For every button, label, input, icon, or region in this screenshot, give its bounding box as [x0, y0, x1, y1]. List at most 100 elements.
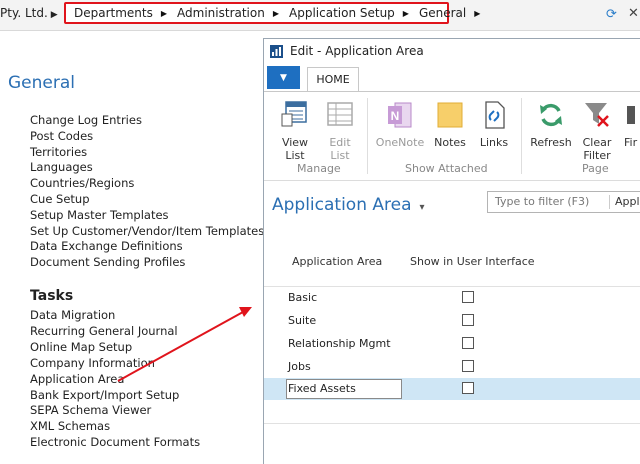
- general-list: Change Log Entries Post Codes Territorie…: [30, 113, 264, 271]
- breadcrumb-item-administration[interactable]: Administration ▶: [177, 6, 279, 20]
- show-in-ui-checkbox[interactable]: [462, 382, 474, 394]
- show-in-ui-checkbox[interactable]: [462, 360, 474, 372]
- edit-list-icon: [327, 102, 353, 126]
- breadcrumb-item-departments[interactable]: Departments ▶: [74, 6, 167, 20]
- column-header-application-area[interactable]: Application Area: [292, 255, 382, 268]
- table-row[interactable]: Relationship Mgmt: [264, 333, 640, 355]
- company-label: Pty. Ltd.: [0, 6, 48, 20]
- row-name: Basic: [288, 291, 318, 304]
- find-label: Fir: [624, 136, 638, 149]
- ribbon-separator: [521, 98, 522, 174]
- table-row[interactable]: Basic: [264, 287, 640, 309]
- onenote-button[interactable]: N OneNote: [374, 100, 426, 149]
- window-title-bar[interactable]: Edit - Application Area: [264, 39, 640, 63]
- company-name[interactable]: Pty. Ltd. ▶: [0, 6, 58, 20]
- table-row[interactable]: Jobs: [264, 356, 640, 378]
- onenote-icon: N: [388, 102, 412, 128]
- tab-home[interactable]: HOME: [307, 67, 359, 91]
- links-button[interactable]: Links: [474, 100, 514, 149]
- view-list-button[interactable]: View List: [275, 100, 315, 162]
- notes-label: Notes: [434, 136, 466, 149]
- ribbon-tabs: ▼ HOME: [264, 64, 640, 92]
- list-item[interactable]: Bank Export/Import Setup: [30, 388, 200, 404]
- ribbon: View List Edit List N OneNote Notes Link…: [264, 92, 640, 181]
- table-row[interactable]: Suite: [264, 310, 640, 332]
- links-icon: [485, 101, 505, 129]
- onenote-label: OneNote: [375, 136, 425, 149]
- show-in-ui-checkbox[interactable]: [462, 337, 474, 349]
- refresh-icon[interactable]: ⟳: [606, 7, 617, 22]
- clear-filter-icon: [585, 103, 609, 127]
- list-item[interactable]: Set Up Customer/Vendor/Item Templates: [30, 224, 264, 240]
- list-item[interactable]: Countries/Regions: [30, 176, 264, 192]
- chevron-right-icon: ▶: [402, 8, 409, 18]
- edit-list-label: Edit List: [329, 136, 351, 162]
- tasks-list: Data Migration Recurring General Journal…: [30, 308, 200, 451]
- top-bar: Pty. Ltd. ▶ Departments ▶ Administration ▶ …: [0, 0, 640, 31]
- breadcrumb-item-application-setup[interactable]: Application Setup ▶: [289, 6, 409, 20]
- clear-filter-button[interactable]: Clear Filter: [577, 100, 617, 162]
- list-item[interactable]: Post Codes: [30, 129, 264, 145]
- filter-input[interactable]: Type to filter (F3): [495, 195, 589, 208]
- section-heading-general: General: [8, 73, 75, 93]
- refresh-label: Refresh: [530, 136, 572, 149]
- group-label-manage: Manage: [297, 162, 341, 175]
- chevron-right-icon: ▶: [160, 8, 168, 18]
- show-in-ui-checkbox[interactable]: [462, 291, 474, 303]
- breadcrumb-label: Administration: [177, 6, 265, 20]
- show-in-ui-checkbox[interactable]: [462, 314, 474, 326]
- page-title-label: Application Area: [272, 195, 412, 215]
- list-item-application-area[interactable]: Application Area: [30, 372, 200, 388]
- column-header-show-in-ui[interactable]: Show in User Interface: [410, 255, 535, 268]
- filter-box[interactable]: Type to filter (F3) Appl: [487, 191, 640, 213]
- file-menu-button[interactable]: ▼: [267, 66, 300, 89]
- chevron-down-icon: ▼: [280, 72, 287, 83]
- breadcrumb-item-general[interactable]: General ▶: [419, 6, 480, 20]
- list-item[interactable]: Change Log Entries: [30, 113, 264, 129]
- clear-filter-label: Clear Filter: [582, 136, 612, 162]
- refresh-icon: [540, 103, 562, 127]
- refresh-button[interactable]: Refresh: [528, 100, 574, 149]
- list-item[interactable]: Company Information: [30, 356, 200, 372]
- close-icon[interactable]: ✕: [628, 6, 639, 21]
- list-item[interactable]: Territories: [30, 145, 264, 161]
- breadcrumb-label: General: [418, 6, 467, 20]
- list-item[interactable]: Electronic Document Formats: [30, 435, 200, 451]
- page-title[interactable]: Application Area ▾: [272, 195, 425, 215]
- list-item[interactable]: SEPA Schema Viewer: [30, 403, 200, 419]
- list-item[interactable]: Online Map Setup: [30, 340, 200, 356]
- list-item[interactable]: Setup Master Templates: [30, 208, 264, 224]
- list-item[interactable]: Data Migration: [30, 308, 200, 324]
- view-list-icon: [281, 101, 307, 127]
- edit-window: Edit - Application Area ▼ HOME View List…: [263, 38, 640, 464]
- list-item[interactable]: Languages: [30, 160, 264, 176]
- row-name: Suite: [288, 314, 317, 327]
- breadcrumb-label: Application Setup: [289, 6, 395, 20]
- list-item[interactable]: Recurring General Journal: [30, 324, 200, 340]
- find-icon: [627, 106, 635, 124]
- window-title: Edit - Application Area: [290, 44, 424, 58]
- find-button[interactable]: Fir: [624, 100, 640, 149]
- list-item[interactable]: XML Schemas: [30, 419, 200, 435]
- edit-list-button[interactable]: Edit List: [320, 100, 360, 162]
- list-item[interactable]: Document Sending Profiles: [30, 255, 264, 271]
- list-item[interactable]: Data Exchange Definitions: [30, 239, 264, 255]
- company-dropdown-icon: ▶: [50, 10, 58, 20]
- row-name: Jobs: [288, 360, 311, 373]
- grid-divider: [264, 423, 640, 424]
- breadcrumb-label: Departments: [74, 6, 153, 20]
- table-row-selected[interactable]: Fixed Assets: [264, 378, 640, 400]
- row-name: Fixed Assets: [288, 382, 356, 395]
- svg-text:N: N: [391, 109, 400, 123]
- group-label-page: Page: [582, 162, 609, 175]
- chevron-down-icon: ▾: [419, 202, 425, 213]
- notes-button[interactable]: Notes: [430, 100, 470, 149]
- section-heading-tasks: Tasks: [30, 288, 74, 304]
- chevron-right-icon: ▶: [272, 8, 279, 18]
- filter-field-select[interactable]: Appl: [615, 195, 640, 208]
- app-icon: [270, 44, 283, 58]
- chevron-right-icon: ▶: [474, 8, 481, 18]
- list-item[interactable]: Cue Setup: [30, 192, 264, 208]
- links-label: Links: [479, 136, 509, 149]
- row-name: Relationship Mgmt: [288, 337, 391, 350]
